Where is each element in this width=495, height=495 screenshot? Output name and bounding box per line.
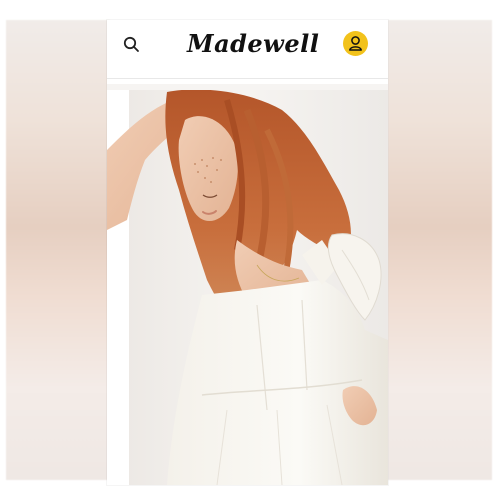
- brand-logo[interactable]: Madewell: [187, 26, 319, 62]
- hero-image[interactable]: [107, 90, 388, 485]
- search-button[interactable]: [121, 34, 143, 56]
- background-blur-right: [388, 20, 492, 480]
- background-blur-left: [6, 20, 110, 480]
- model-photo: [107, 90, 388, 485]
- header-divider: [107, 78, 388, 79]
- site-header: Madewell: [107, 20, 388, 76]
- account-button[interactable]: [343, 31, 368, 56]
- mobile-screen: Madewell: [107, 20, 388, 485]
- search-icon: [123, 36, 139, 52]
- user-icon: [349, 36, 362, 51]
